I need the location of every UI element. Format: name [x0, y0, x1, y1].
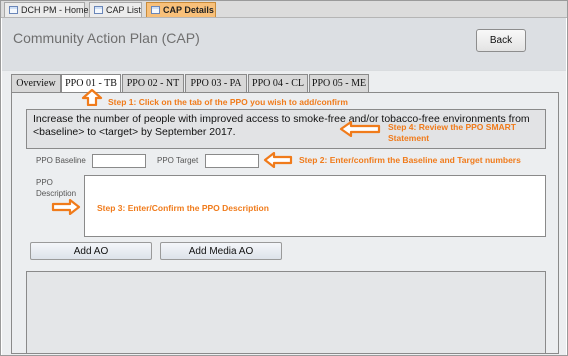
form-body: Overview PPO 01 - TB PPO 02 - NT PPO 03 … — [2, 71, 566, 355]
tab-ppo-05[interactable]: PPO 05 - ME — [309, 74, 369, 92]
form-icon — [151, 6, 160, 14]
form-icon — [94, 6, 103, 14]
page-title: Community Action Plan (CAP) — [13, 30, 200, 46]
doc-tab-cap-details[interactable]: CAP Details — [146, 2, 216, 17]
step3-arrow-icon — [51, 199, 81, 215]
ao-subform — [26, 271, 546, 354]
doc-tab-home[interactable]: DCH PM - Home — [4, 2, 89, 17]
ppo-target-label: PPO Target — [157, 156, 199, 165]
add-ao-button[interactable]: Add AO — [30, 242, 152, 260]
form-icon — [9, 6, 18, 14]
tab-ppo-03[interactable]: PPO 03 - PA — [185, 74, 247, 92]
cap-details-form: Community Action Plan (CAP) Back Overvie… — [2, 18, 566, 355]
step4-arrow-icon — [339, 121, 381, 137]
step4-annotation-line2: Statement — [388, 133, 430, 143]
ppo-baseline-input[interactable] — [92, 154, 146, 168]
doc-tab-label: DCH PM - Home — [21, 5, 89, 15]
step4-annotation-line1: Step 4: Review the PPO SMART — [388, 122, 516, 132]
step3-annotation: Step 3: Enter/Confirm the PPO Descriptio… — [97, 203, 269, 213]
window-frame: DCH PM - Home CAP List CAP Details Commu… — [0, 0, 568, 356]
ppo-target-input[interactable] — [205, 154, 259, 168]
step2-arrow-icon — [263, 152, 293, 168]
add-media-ao-button[interactable]: Add Media AO — [160, 242, 282, 260]
tab-ppo-04[interactable]: PPO 04 - CL — [248, 74, 308, 92]
ppo-description-label: PPO Description — [36, 178, 77, 198]
document-tab-bar: DCH PM - Home CAP List CAP Details — [1, 1, 567, 18]
step1-annotation: Step 1: Click on the tab of the PPO you … — [108, 97, 348, 107]
form-header: Community Action Plan (CAP) Back — [2, 18, 566, 70]
tab-ppo-02[interactable]: PPO 02 - NT — [122, 74, 184, 92]
doc-tab-label: CAP Details — [163, 5, 214, 15]
doc-tab-cap-list[interactable]: CAP List — [89, 2, 142, 17]
back-button[interactable]: Back — [476, 29, 526, 52]
tab-overview[interactable]: Overview — [11, 74, 61, 92]
ppo-baseline-label: PPO Baseline — [36, 156, 86, 165]
step1-arrow-icon — [81, 89, 103, 106]
doc-tab-label: CAP List — [106, 5, 141, 15]
step2-annotation: Step 2: Enter/confirm the Baseline and T… — [299, 155, 521, 165]
